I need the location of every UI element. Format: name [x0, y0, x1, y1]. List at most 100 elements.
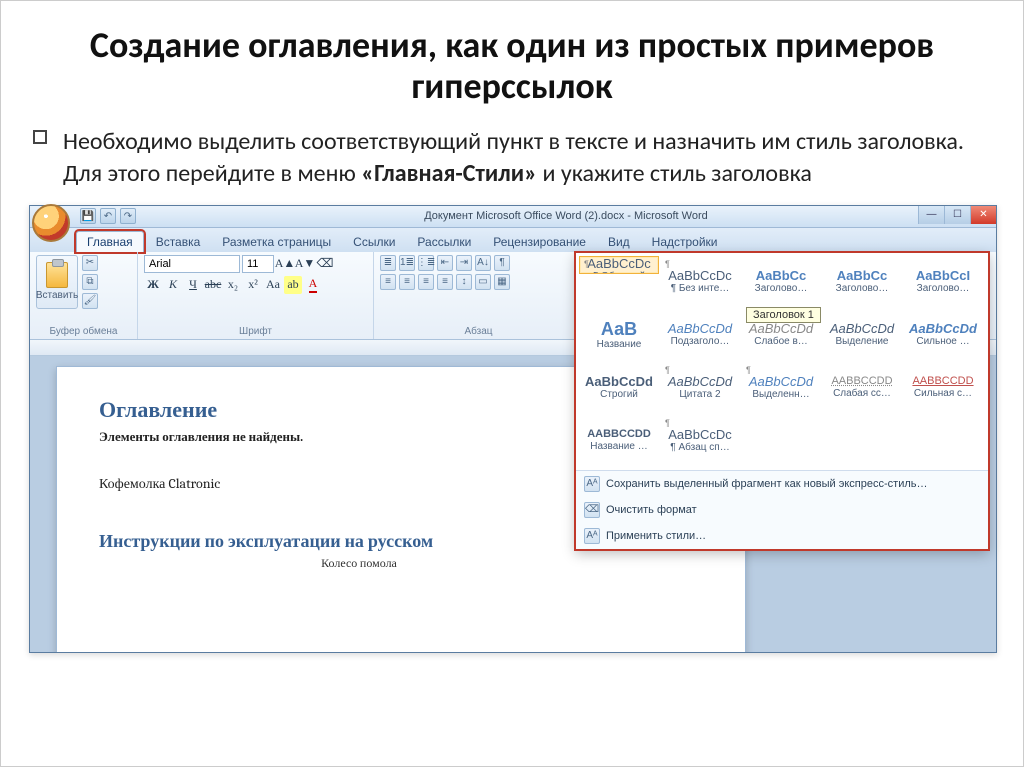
- gallery-style-item[interactable]: AaBbCcDdПодзаголо…: [660, 309, 740, 361]
- shrink-font-icon[interactable]: A▼: [296, 255, 314, 273]
- gallery-style-name: Сильная с…: [914, 388, 972, 399]
- bold-button[interactable]: Ж: [144, 276, 162, 294]
- gallery-style-name: Сильное …: [916, 336, 969, 347]
- doc-caption: Колесо помола: [229, 556, 489, 571]
- indent-icon[interactable]: ⇥: [456, 255, 472, 271]
- line-spacing-icon[interactable]: ↕: [456, 274, 472, 290]
- justify-icon[interactable]: ≡: [437, 274, 453, 290]
- group-clipboard: Вставить ✂ ⧉ 🖌 Буфер обмена: [30, 252, 138, 339]
- qat-redo-icon[interactable]: ↷: [120, 208, 136, 224]
- tab-page-layout[interactable]: Разметка страницы: [212, 232, 341, 252]
- sort-icon[interactable]: A↓: [475, 255, 491, 271]
- cut-icon[interactable]: ✂: [82, 255, 98, 271]
- ribbon-tabs: Главная Вставка Разметка страницы Ссылки…: [30, 228, 996, 252]
- subscript-button[interactable]: x₂: [224, 276, 242, 294]
- window-maximize-button[interactable]: ☐: [944, 206, 970, 224]
- body-text-bold: «Главная-Стили»: [361, 159, 537, 188]
- gallery-style-item[interactable]: АаВНазвание: [579, 309, 659, 361]
- gallery-style-name: Слабая сс…: [833, 388, 891, 399]
- multilevel-icon[interactable]: ⋮≣: [418, 255, 434, 271]
- qat-undo-icon[interactable]: ↶: [100, 208, 116, 224]
- tab-view[interactable]: Вид: [598, 232, 640, 252]
- paragraph-mark-icon: ¶: [665, 365, 670, 375]
- gallery-style-item[interactable]: AABBCCDDСильная с…: [903, 362, 983, 414]
- tab-addins[interactable]: Надстройки: [642, 232, 728, 252]
- align-center-icon[interactable]: ≡: [399, 274, 415, 290]
- apply-styles-icon: Aᴬ: [584, 528, 600, 544]
- gallery-style-name: ¶ Без инте…: [671, 283, 730, 294]
- slide-body: Необходимо выделить соответствующий пунк…: [29, 126, 995, 191]
- gallery-style-item[interactable]: ¶AaBbCcDdЦитата 2: [660, 362, 740, 414]
- gallery-style-name: Выделение: [836, 336, 889, 347]
- align-right-icon[interactable]: ≡: [418, 274, 434, 290]
- align-left-icon[interactable]: ≡: [380, 274, 396, 290]
- gallery-style-item[interactable]: ¶AaBbCcDdВыделенн…: [741, 362, 821, 414]
- borders-icon[interactable]: ▦: [494, 274, 510, 290]
- gallery-sample: AaBbCcDc: [668, 269, 732, 282]
- word-window: 💾 ↶ ↷ Документ Microsoft Office Word (2)…: [29, 205, 997, 653]
- show-marks-icon[interactable]: ¶: [494, 255, 510, 271]
- save-selection-as-style[interactable]: Aᴬ Сохранить выделенный фрагмент как нов…: [576, 471, 988, 497]
- gallery-style-name: ¶ Обычный: [593, 271, 645, 273]
- gallery-sample: AaBbCcDd: [749, 322, 813, 335]
- gf-label: Сохранить выделенный фрагмент как новый …: [606, 478, 928, 490]
- superscript-button[interactable]: x²: [244, 276, 262, 294]
- copy-icon[interactable]: ⧉: [82, 274, 98, 290]
- gallery-style-item[interactable]: AaBbCcЗаголово…: [822, 256, 902, 308]
- gallery-sample: AaBbCc: [837, 269, 888, 282]
- gallery-style-item[interactable]: AABBCCDDСлабая сс…: [822, 362, 902, 414]
- gallery-style-item[interactable]: AaBbCcDdСтрогий: [579, 362, 659, 414]
- gallery-style-name: Название …: [590, 441, 647, 452]
- gallery-style-name: Строгий: [600, 389, 638, 400]
- gallery-style-item[interactable]: ¶AaBbCcDc¶ Абзац сп…: [660, 415, 740, 467]
- gf-label: Очистить формат: [606, 504, 697, 516]
- tab-review[interactable]: Рецензирование: [483, 232, 596, 252]
- gallery-sample: AaBbCcDd: [909, 322, 977, 335]
- gf-label: Применить стили…: [606, 530, 706, 542]
- gallery-style-item[interactable]: AaBbCcDdСильное …: [903, 309, 983, 361]
- paste-button[interactable]: Вставить: [36, 255, 78, 309]
- clear-format-icon: ⌫: [584, 502, 600, 518]
- gallery-style-name: Заголово…: [755, 283, 808, 294]
- strike-button[interactable]: abc: [204, 276, 222, 294]
- gallery-style-item[interactable]: AaBbCcЗаголово…: [741, 256, 821, 308]
- underline-button[interactable]: Ч: [184, 276, 202, 294]
- gallery-style-name: Цитата 2: [679, 389, 720, 400]
- clear-format-icon[interactable]: ⌫: [316, 255, 334, 273]
- format-painter-icon[interactable]: 🖌: [82, 293, 98, 309]
- numbering-icon[interactable]: 1≣: [399, 255, 415, 271]
- gallery-sample: AaBbCcDd: [585, 375, 653, 388]
- tab-references[interactable]: Ссылки: [343, 232, 405, 252]
- tab-insert[interactable]: Вставка: [146, 232, 211, 252]
- gallery-style-item[interactable]: ¶AaBbCcDc¶ Обычный: [579, 256, 659, 274]
- outdent-icon[interactable]: ⇤: [437, 255, 453, 271]
- window-close-button[interactable]: ✕: [970, 206, 996, 224]
- tab-mailings[interactable]: Рассылки: [407, 232, 481, 252]
- clear-formatting[interactable]: ⌫ Очистить формат: [576, 497, 988, 523]
- gallery-sample: AABBCCDD: [912, 376, 973, 387]
- font-color-button[interactable]: A: [304, 276, 322, 294]
- bullets-icon[interactable]: ≣: [380, 255, 396, 271]
- window-minimize-button[interactable]: —: [918, 206, 944, 224]
- office-button[interactable]: [32, 204, 70, 242]
- gallery-sample: AaBbCc: [756, 269, 807, 282]
- font-group-label: Шрифт: [144, 324, 367, 337]
- gallery-style-item[interactable]: AaBbCcIЗаголово…: [903, 256, 983, 308]
- grow-font-icon[interactable]: A▲: [276, 255, 294, 273]
- gallery-style-item[interactable]: AABBCCDDНазвание …: [579, 415, 659, 467]
- gallery-style-item[interactable]: ¶AaBbCcDc¶ Без инте…: [660, 256, 740, 308]
- font-size-select[interactable]: [242, 255, 274, 273]
- gallery-style-name: Название: [597, 339, 642, 350]
- gallery-sample: AaBbCcDd: [668, 322, 732, 335]
- italic-button[interactable]: К: [164, 276, 182, 294]
- highlight-button[interactable]: ab: [284, 276, 302, 294]
- tab-home[interactable]: Главная: [76, 231, 144, 252]
- paste-label: Вставить: [36, 290, 78, 301]
- gallery-style-item[interactable]: AaBbCcDdВыделение: [822, 309, 902, 361]
- clipboard-group-label: Буфер обмена: [36, 324, 131, 337]
- shading-icon[interactable]: ▭: [475, 274, 491, 290]
- qat-save-icon[interactable]: 💾: [80, 208, 96, 224]
- apply-styles[interactable]: Aᴬ Применить стили…: [576, 523, 988, 549]
- font-name-select[interactable]: [144, 255, 240, 273]
- case-button[interactable]: Aa: [264, 276, 282, 294]
